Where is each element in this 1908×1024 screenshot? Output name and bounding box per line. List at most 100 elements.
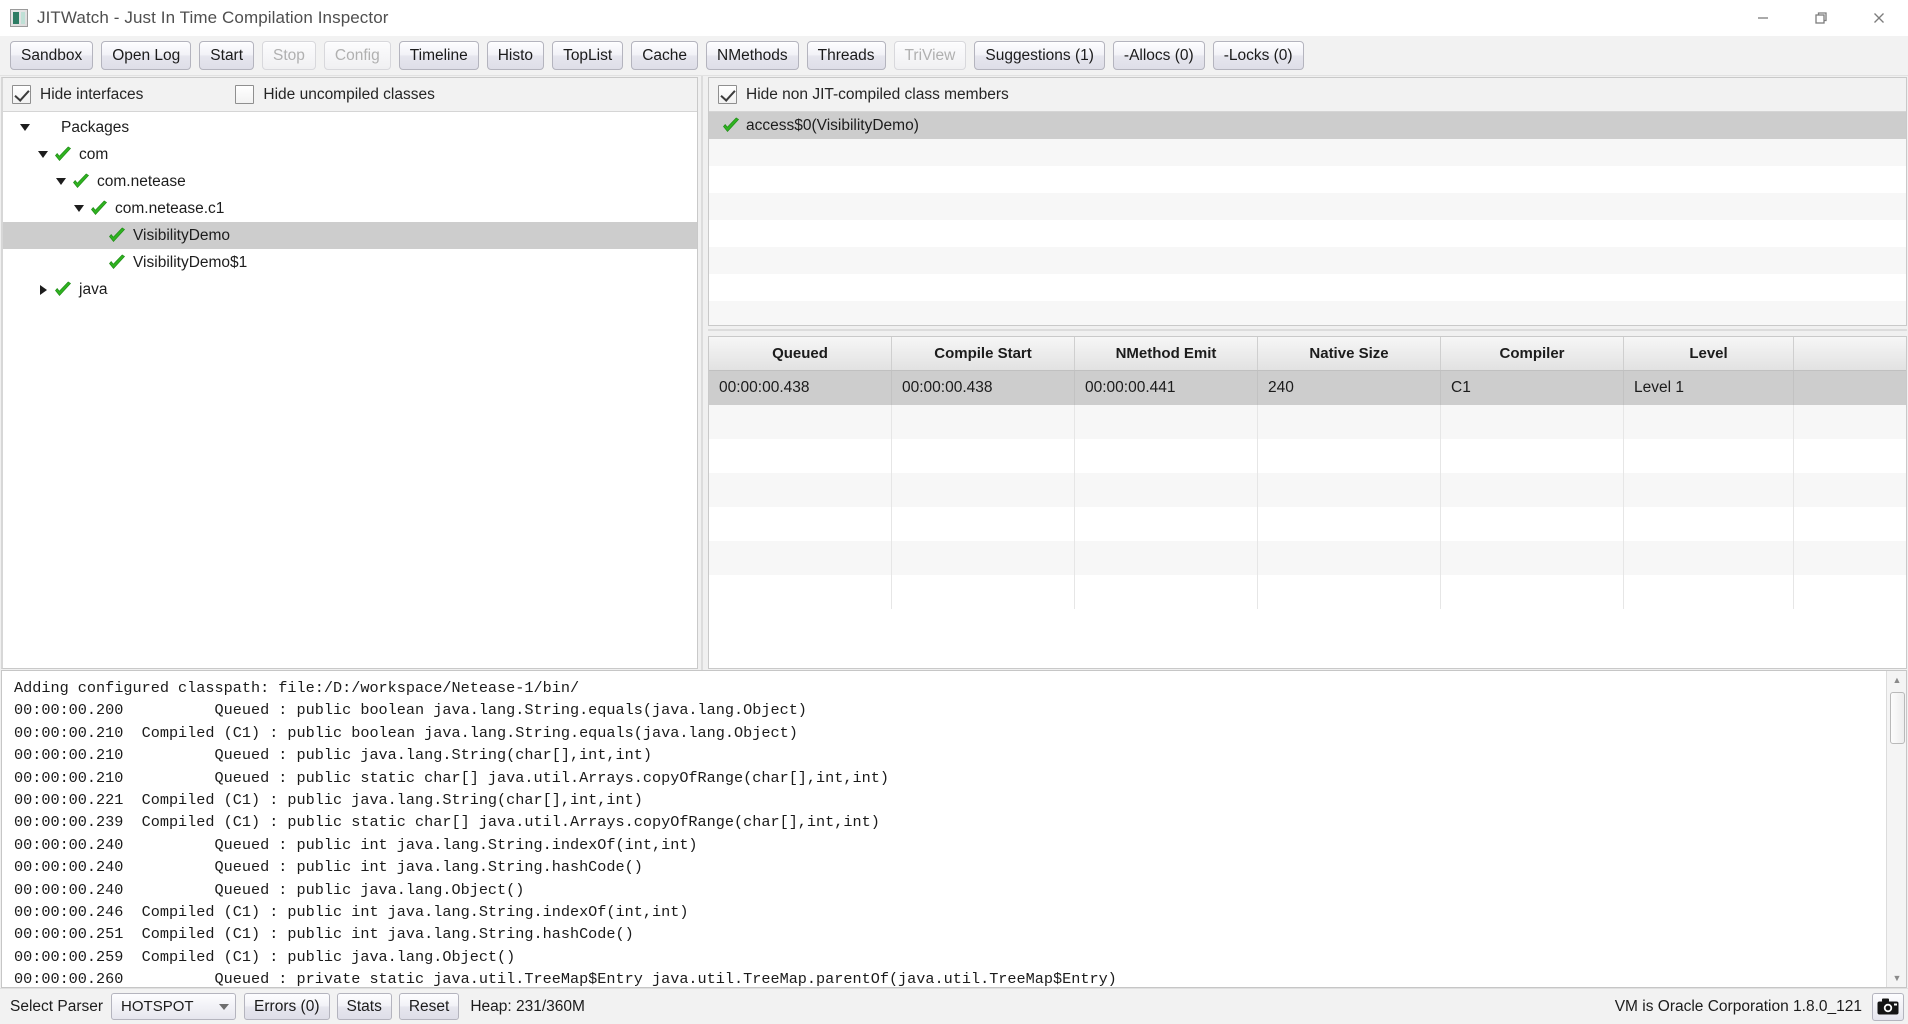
tree-node-java[interactable]: java	[3, 276, 697, 303]
table-empty-cell	[1075, 507, 1258, 541]
package-tree[interactable]: Packages com com.netease com.netease.c1 Visi…	[3, 112, 697, 668]
table-empty-cell	[1075, 473, 1258, 507]
tree-node-visibilitydemo[interactable]: VisibilityDemo	[3, 222, 697, 249]
table-empty-cell	[1258, 541, 1441, 575]
errors-button[interactable]: Errors (0)	[244, 993, 330, 1020]
table-cell-native-size: 240	[1258, 371, 1441, 405]
vm-info: VM is Oracle Corporation 1.8.0_121	[1614, 997, 1862, 1015]
camera-icon[interactable]	[1872, 992, 1904, 1021]
toolbar-button-allocs-0[interactable]: -Allocs (0)	[1112, 41, 1205, 70]
table-cell-level: Level 1	[1624, 371, 1794, 405]
tree-no-icon	[35, 118, 55, 138]
member-list-item[interactable]: access$0(VisibilityDemo)	[709, 112, 1906, 139]
table-empty-cell	[1624, 439, 1794, 473]
toolbar-button-locks-0[interactable]: -Locks (0)	[1212, 41, 1304, 70]
table-empty-cell	[1441, 405, 1624, 439]
checkbox-hide-uncompiled-classes[interactable]: Hide uncompiled classes	[235, 85, 435, 104]
chevron-down-icon[interactable]	[53, 168, 69, 195]
maximize-icon[interactable]	[1792, 0, 1850, 36]
table-empty-cell	[892, 473, 1075, 507]
table-empty-cell	[892, 541, 1075, 575]
title-bar: JITWatch - Just In Time Compilation Insp…	[0, 0, 1908, 36]
member-list-empty-row	[709, 220, 1906, 247]
log-text[interactable]: Adding configured classpath: file:/D:/wo…	[2, 671, 1886, 987]
tree-node-com[interactable]: com	[3, 141, 697, 168]
table-empty-cell	[1258, 473, 1441, 507]
checkbox-hide-interfaces[interactable]: Hide interfaces	[12, 85, 143, 104]
jitwatch-window: JITWatch - Just In Time Compilation Insp…	[0, 0, 1908, 1024]
table-empty-cell	[1258, 507, 1441, 541]
stats-button[interactable]: Stats	[336, 993, 392, 1020]
table-empty-row	[709, 473, 1906, 507]
table-header-level[interactable]: Level	[1624, 337, 1794, 370]
checkbox-box	[718, 85, 737, 104]
reset-button[interactable]: Reset	[398, 993, 460, 1020]
table-cell-compiler: C1	[1441, 371, 1624, 405]
tree-node-label: com.netease.c1	[115, 199, 225, 217]
tree-node-packages[interactable]: Packages	[3, 114, 697, 141]
table-empty-cell	[1075, 405, 1258, 439]
scroll-down-icon[interactable]: ▼	[1887, 969, 1906, 987]
chevron-down-icon[interactable]	[17, 114, 33, 141]
member-list-item-label: access$0(VisibilityDemo)	[746, 116, 919, 134]
vertical-splitter[interactable]	[698, 76, 708, 670]
table-empty-row	[709, 575, 1906, 609]
close-icon[interactable]	[1850, 0, 1908, 36]
select-parser-label: Select Parser	[10, 997, 104, 1015]
member-list-empty-row	[709, 274, 1906, 301]
member-list-empty-row	[709, 139, 1906, 166]
table-body[interactable]: 00:00:00.438 00:00:00.438 00:00:00.441 240 C…	[709, 371, 1906, 668]
table-header-compiler[interactable]: Compiler	[1441, 337, 1624, 370]
table-row[interactable]: 00:00:00.438 00:00:00.438 00:00:00.441 240 C…	[709, 371, 1906, 405]
table-empty-cell	[892, 575, 1075, 609]
scrollbar-thumb[interactable]	[1890, 692, 1905, 744]
toolbar-button-sandbox[interactable]: Sandbox	[10, 41, 94, 70]
compiled-check-icon	[89, 199, 109, 219]
table-empty-cell	[1624, 473, 1794, 507]
horizontal-splitter[interactable]	[708, 326, 1907, 336]
tree-node-com-netease-c1[interactable]: com.netease.c1	[3, 195, 697, 222]
table-header-native-size[interactable]: Native Size	[1258, 337, 1441, 370]
toolbar-button-timeline[interactable]: Timeline	[398, 41, 479, 70]
tree-node-visibilitydemo-1[interactable]: VisibilityDemo$1	[3, 249, 697, 276]
parser-select[interactable]: HOTSPOT	[111, 993, 237, 1020]
table-header-compile-start[interactable]: Compile Start	[892, 337, 1075, 370]
table-empty-cell	[1624, 405, 1794, 439]
compiled-check-icon	[53, 280, 73, 300]
toolbar-button-threads[interactable]: Threads	[806, 41, 886, 70]
table-empty-row	[709, 439, 1906, 473]
toolbar-button-start[interactable]: Start	[199, 41, 255, 70]
table-empty-cell	[709, 405, 892, 439]
scroll-up-icon[interactable]: ▲	[1887, 671, 1906, 689]
chevron-right-icon[interactable]	[35, 276, 51, 303]
table-header-nmethod-emit[interactable]: NMethod Emit	[1075, 337, 1258, 370]
chevron-down-icon[interactable]	[71, 195, 87, 222]
hide-non-jit-checkbox[interactable]: Hide non JIT-compiled class members	[718, 85, 1009, 104]
member-list-empty-row	[709, 247, 1906, 274]
toolbar-button-histo[interactable]: Histo	[486, 41, 545, 70]
table-empty-cell	[1075, 439, 1258, 473]
member-detail-panel: Hide non JIT-compiled class members acce…	[708, 77, 1907, 669]
member-list-empty-row	[709, 166, 1906, 193]
chevron-down-icon[interactable]	[35, 141, 51, 168]
tree-node-com-netease[interactable]: com.netease	[3, 168, 697, 195]
toolbar-button-open-log[interactable]: Open Log	[101, 41, 192, 70]
compiled-check-icon	[721, 116, 741, 136]
table-empty-cell	[1258, 405, 1441, 439]
window-title: JITWatch - Just In Time Compilation Insp…	[37, 7, 389, 27]
table-header-queued[interactable]: Queued	[709, 337, 892, 370]
tree-node-label: Packages	[61, 118, 130, 136]
log-scrollbar[interactable]: ▲ ▼	[1886, 671, 1906, 987]
chevron-down-icon	[219, 1003, 230, 1010]
toolbar-button-nmethods[interactable]: NMethods	[706, 41, 799, 70]
toolbar-button-cache[interactable]: Cache	[631, 41, 698, 70]
compiled-check-icon	[107, 226, 127, 246]
compiled-check-icon	[53, 145, 73, 165]
tree-filter-row: Hide interfaces Hide uncompiled classes	[3, 78, 697, 112]
table-empty-row	[709, 541, 1906, 575]
toolbar-button-toplist[interactable]: TopList	[552, 41, 624, 70]
table-cell-compile-start: 00:00:00.438	[892, 371, 1075, 405]
minimize-icon[interactable]	[1734, 0, 1792, 36]
class-member-list[interactable]: Hide non JIT-compiled class members acce…	[708, 77, 1907, 326]
toolbar-button-suggestions-1[interactable]: Suggestions (1)	[974, 41, 1105, 70]
